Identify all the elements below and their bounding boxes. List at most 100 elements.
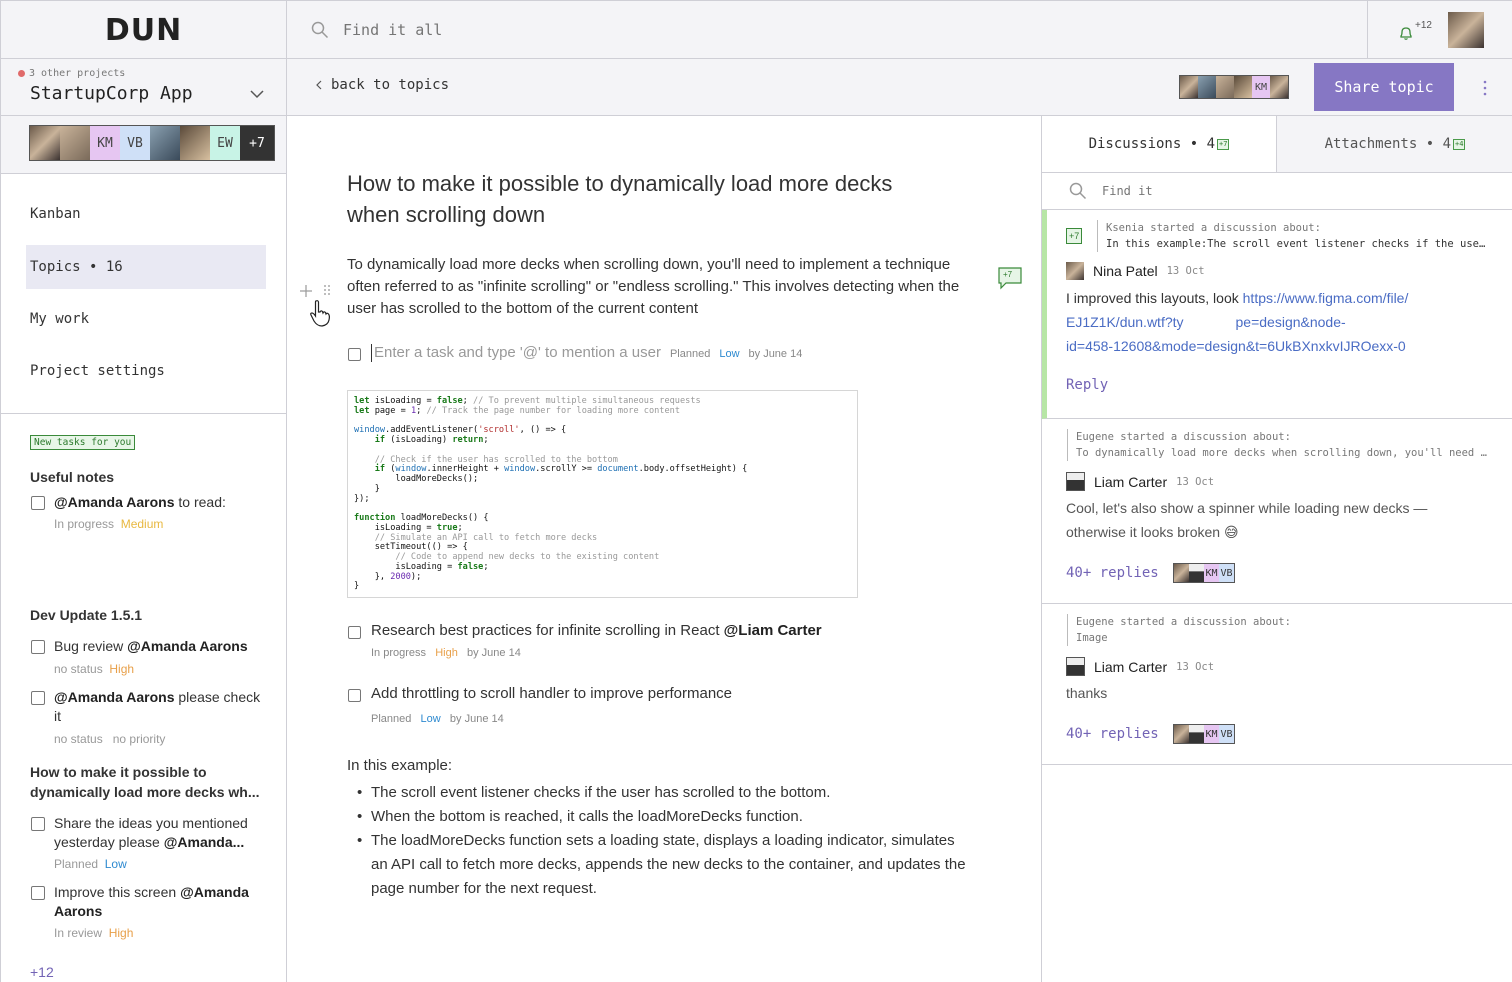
more-tasks-link[interactable]: +12 xyxy=(30,964,54,980)
project-members[interactable]: KM VB EW +7 xyxy=(1,116,286,174)
new-task-status[interactable]: Planned xyxy=(670,348,710,360)
bullet-item[interactable]: • The loadMoreDecks function sets a loadi… xyxy=(357,829,971,901)
task-status[interactable]: In progress xyxy=(371,647,426,659)
task-text[interactable]: Bug review @Amanda Aarons xyxy=(54,637,269,656)
replies-link[interactable]: 40+ replies xyxy=(1066,565,1159,581)
task-checkbox[interactable] xyxy=(31,691,45,705)
task-checkbox[interactable] xyxy=(31,640,45,654)
tab-discussions[interactable]: Discussions • 4 +7 xyxy=(1042,116,1277,173)
global-search-input[interactable] xyxy=(343,21,743,39)
task-status[interactable]: no status xyxy=(54,732,103,746)
task-priority[interactable]: no priority xyxy=(113,732,166,746)
author-name[interactable]: Liam Carter xyxy=(1094,659,1167,675)
task-text[interactable]: Research best practices for infinite scr… xyxy=(371,622,822,639)
task-text[interactable]: Add throttling to scroll handler to impr… xyxy=(371,685,732,702)
viewer-avatar[interactable] xyxy=(1216,76,1234,98)
mention[interactable]: @Amanda Aarons xyxy=(127,638,248,654)
discussion-item[interactable]: Eugene started a discussion about: To dy… xyxy=(1042,419,1512,604)
member-avatar[interactable] xyxy=(150,126,180,160)
figma-link[interactable]: id=458-12608&mode=design&t=6UkBXnxkvIJRO… xyxy=(1066,338,1406,354)
mention[interactable]: @Amanda Aarons xyxy=(54,494,175,510)
mention[interactable]: @Amanda Aarons xyxy=(54,689,175,705)
task-due[interactable]: by June 14 xyxy=(467,647,521,659)
example-heading[interactable]: In this example: xyxy=(347,757,452,774)
mention[interactable]: @Amanda... xyxy=(164,834,245,850)
task-priority[interactable]: Medium xyxy=(121,517,164,531)
viewer-avatar[interactable] xyxy=(1180,76,1198,98)
member-avatar[interactable] xyxy=(60,126,90,160)
bullet-item[interactable]: • When the bottom is reached, it calls th… xyxy=(357,805,971,829)
group-title[interactable]: Useful notes xyxy=(30,467,270,487)
notifications-button[interactable]: +12 xyxy=(1398,20,1432,41)
author-name[interactable]: Nina Patel xyxy=(1093,263,1158,279)
back-link[interactable]: back to topics xyxy=(315,77,449,93)
task-checkbox[interactable] xyxy=(31,886,45,900)
task-text[interactable]: Share the ideas you mentioned yesterday … xyxy=(54,814,269,852)
task-priority[interactable]: High xyxy=(435,647,458,659)
task-text[interactable]: Improve this screen @Amanda Aarons xyxy=(54,883,269,921)
new-task-checkbox[interactable] xyxy=(348,348,361,361)
project-name[interactable]: StartupCorp App xyxy=(30,83,193,104)
member-initials[interactable]: KM xyxy=(90,126,120,160)
sidebar-item-kanban[interactable]: Kanban xyxy=(26,192,266,236)
viewer-avatar[interactable] xyxy=(1270,76,1288,98)
sidebar-item-topics[interactable]: Topics • 16 xyxy=(26,245,266,289)
new-task-input[interactable]: Enter a task and type '@' to mention a u… xyxy=(374,344,661,361)
tab-attachments[interactable]: Attachments • 4 +4 xyxy=(1277,116,1512,173)
app-logo[interactable]: DUN xyxy=(1,1,287,59)
group-title[interactable]: How to make it possible to dynamically l… xyxy=(30,762,265,802)
viewer-initials[interactable]: KM xyxy=(1252,76,1270,98)
other-projects-label[interactable]: 3 other projects xyxy=(29,68,125,79)
task-status[interactable]: Planned xyxy=(371,713,411,725)
project-switcher[interactable]: 3 other projects StartupCorp App xyxy=(1,59,286,116)
global-search[interactable] xyxy=(287,1,1367,59)
add-block-icon[interactable] xyxy=(299,284,313,298)
member-avatar[interactable] xyxy=(180,126,210,160)
task-text[interactable]: @Amanda Aarons to read: xyxy=(54,493,269,512)
chevron-down-icon[interactable] xyxy=(250,89,264,99)
member-avatar[interactable] xyxy=(30,126,60,160)
topic-viewers[interactable]: KM xyxy=(1179,75,1289,99)
task-priority[interactable]: Low xyxy=(421,713,441,725)
discussion-search[interactable] xyxy=(1042,173,1512,210)
task-checkbox[interactable] xyxy=(348,689,361,702)
reply-avatars[interactable]: KM VB xyxy=(1173,724,1235,744)
replies-link[interactable]: 40+ replies xyxy=(1066,726,1159,742)
author-name[interactable]: Liam Carter xyxy=(1094,474,1167,490)
sidebar-item-project-settings[interactable]: Project settings xyxy=(26,349,266,393)
discussion-item[interactable]: Eugene started a discussion about: Image… xyxy=(1042,604,1512,765)
reply-avatars[interactable]: KM VB xyxy=(1173,563,1235,583)
task-status[interactable]: In progress xyxy=(54,517,114,531)
member-avatars[interactable]: KM VB EW +7 xyxy=(29,125,275,161)
discussion-search-input[interactable] xyxy=(1102,184,1402,198)
topic-intro[interactable]: To dynamically load more decks when scro… xyxy=(347,254,972,320)
user-avatar[interactable] xyxy=(1447,12,1484,48)
task-checkbox[interactable] xyxy=(31,496,45,510)
drag-handle-icon[interactable] xyxy=(323,284,331,296)
task-checkbox[interactable] xyxy=(348,626,361,639)
comments-badge[interactable]: +7 xyxy=(997,266,1023,295)
task-priority[interactable]: Low xyxy=(105,857,127,871)
share-topic-button[interactable]: Share topic xyxy=(1314,63,1454,111)
task-status[interactable]: Planned xyxy=(54,857,98,871)
author-avatar[interactable] xyxy=(1066,657,1085,676)
figma-link[interactable]: EJ1Z1K/dun.wtf?ty xyxy=(1066,314,1184,330)
task-text[interactable]: @Amanda Aarons please check it xyxy=(54,688,269,726)
task-checkbox[interactable] xyxy=(31,817,45,831)
bullet-item[interactable]: • The scroll event listener checks if the… xyxy=(357,781,971,805)
new-task-due[interactable]: by June 14 xyxy=(749,348,803,360)
task-priority[interactable]: High xyxy=(109,926,134,940)
member-initials[interactable]: EW xyxy=(210,126,240,160)
mention[interactable]: @Liam Carter xyxy=(724,622,822,639)
viewer-avatar[interactable] xyxy=(1234,76,1252,98)
group-title[interactable]: Dev Update 1.5.1 xyxy=(30,605,270,625)
task-due[interactable]: by June 14 xyxy=(450,713,504,725)
viewer-avatar[interactable] xyxy=(1198,76,1216,98)
author-avatar[interactable] xyxy=(1066,262,1084,280)
more-vertical-icon[interactable] xyxy=(1482,79,1488,97)
task-status[interactable]: no status xyxy=(54,662,103,676)
task-priority[interactable]: High xyxy=(109,662,134,676)
figma-link[interactable]: https://www.figma.com/file/ xyxy=(1243,290,1409,306)
figma-link[interactable]: pe=design&node- xyxy=(1236,314,1346,330)
member-initials[interactable]: VB xyxy=(120,126,150,160)
